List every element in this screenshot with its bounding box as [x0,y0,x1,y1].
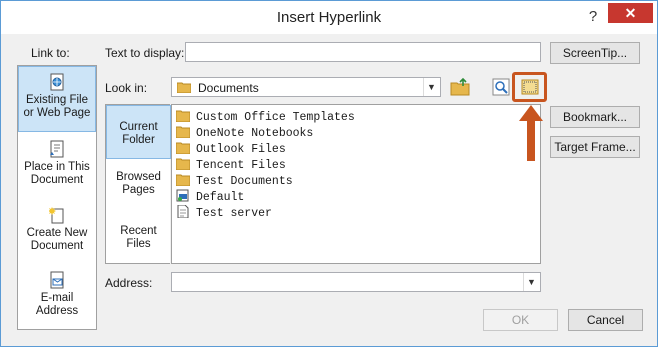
chevron-down-icon[interactable]: ▼ [523,273,539,291]
location-tabs: Current Folder Browsed Pages Recent File… [105,104,171,265]
bookmark-button[interactable]: Bookmark... [550,106,640,128]
globe-document-icon [50,73,64,91]
look-in-dropdown[interactable]: Documents ▼ [171,77,441,97]
look-in-value: Documents [198,81,259,95]
file-name: Custom Office Templates [196,111,355,124]
arrow-up-icon [519,105,543,161]
link-to-new-line2: Document [30,240,84,252]
link-to-place-line2: Document [30,174,84,186]
title-bar: Insert Hyperlink ? ✕ [1,1,657,34]
document-bookmark-icon [50,140,64,158]
close-button[interactable]: ✕ [608,3,653,23]
ok-button-label: OK [511,313,530,327]
folder-icon [177,82,191,93]
up-one-folder-button[interactable] [449,76,471,98]
link-to-existing-file-line1: Existing File [26,94,88,106]
text-to-display-input[interactable] [185,42,541,62]
link-to-email[interactable]: E-mail Address [18,271,96,329]
rdp-file-icon [176,189,189,202]
address-label: Address: [105,276,153,290]
tab-current-folder-line1: Current [119,121,158,133]
file-list[interactable]: Custom Office Templates OneNote Notebook… [171,104,541,264]
folder-icon [176,142,190,154]
list-item[interactable]: Test server [176,205,272,221]
tab-current-folder[interactable]: Current Folder [106,105,171,159]
cancel-button[interactable]: Cancel [568,309,643,331]
link-to-place-in-document[interactable]: Place in This Document [18,140,96,200]
link-to-label: Link to: [31,46,70,60]
browse-web-button[interactable] [490,76,512,98]
file-name: Test server [196,207,272,220]
tab-recent-files-line2: Files [126,238,151,250]
folder-icon [176,174,190,186]
target-frame-button-label: Target Frame... [554,140,636,154]
highlight-box [512,72,547,102]
ok-button[interactable]: OK [483,309,558,331]
link-to-new-line1: Create New [26,227,88,239]
new-document-icon [49,207,64,224]
target-frame-button[interactable]: Target Frame... [550,136,640,158]
email-icon [50,271,64,289]
file-name: Tencent Files [196,159,286,172]
folder-up-icon [450,77,470,96]
window-title: Insert Hyperlink [276,9,382,26]
cancel-button-label: Cancel [586,313,625,327]
tab-browsed-pages-line2: Pages [122,184,155,196]
link-to-email-line1: E-mail [40,292,74,304]
link-to-email-line2: Address [35,305,79,317]
bookmark-button-label: Bookmark... [562,110,628,124]
tab-browsed-pages[interactable]: Browsed Pages [106,171,171,211]
list-item[interactable]: OneNote Notebooks [176,125,313,141]
link-to-place-line1: Place in This [24,161,90,173]
file-name: Default [196,191,245,204]
address-input[interactable]: ▼ [171,272,541,292]
link-to-new-document[interactable]: Create New Document [18,206,96,266]
tab-recent-files[interactable]: Recent Files [106,225,171,265]
link-to-existing-file[interactable]: Existing File or Web Page [18,66,96,132]
tab-current-folder-line2: Folder [122,134,155,146]
browse-web-icon [492,78,510,96]
list-item[interactable]: Tencent Files [176,157,286,173]
folder-icon [176,126,190,138]
list-item[interactable]: Outlook Files [176,141,286,157]
link-to-bar: Existing File or Web Page Place in This … [17,65,97,330]
tab-browsed-pages-line1: Browsed [116,171,161,183]
document-icon [177,205,189,218]
link-to-existing-file-line2: or Web Page [23,107,91,119]
list-item[interactable]: Test Documents [176,173,293,189]
file-name: Outlook Files [196,143,286,156]
insert-hyperlink-dialog: Insert Hyperlink ? ✕ Link to: Text to di… [0,0,658,347]
screentip-button-label: ScreenTip... [562,46,628,60]
list-item[interactable]: Custom Office Templates [176,109,355,125]
screentip-button[interactable]: ScreenTip... [550,42,640,64]
help-button[interactable]: ? [583,7,603,27]
list-item[interactable]: Default [176,189,244,205]
folder-icon [176,158,190,170]
file-name: Test Documents [196,175,293,188]
folder-icon [176,110,190,122]
tab-recent-files-line1: Recent [120,225,157,237]
look-in-label: Look in: [105,81,148,95]
file-name: OneNote Notebooks [196,127,314,140]
text-to-display-label: Text to display: [105,46,185,60]
chevron-down-icon[interactable]: ▼ [423,78,439,96]
